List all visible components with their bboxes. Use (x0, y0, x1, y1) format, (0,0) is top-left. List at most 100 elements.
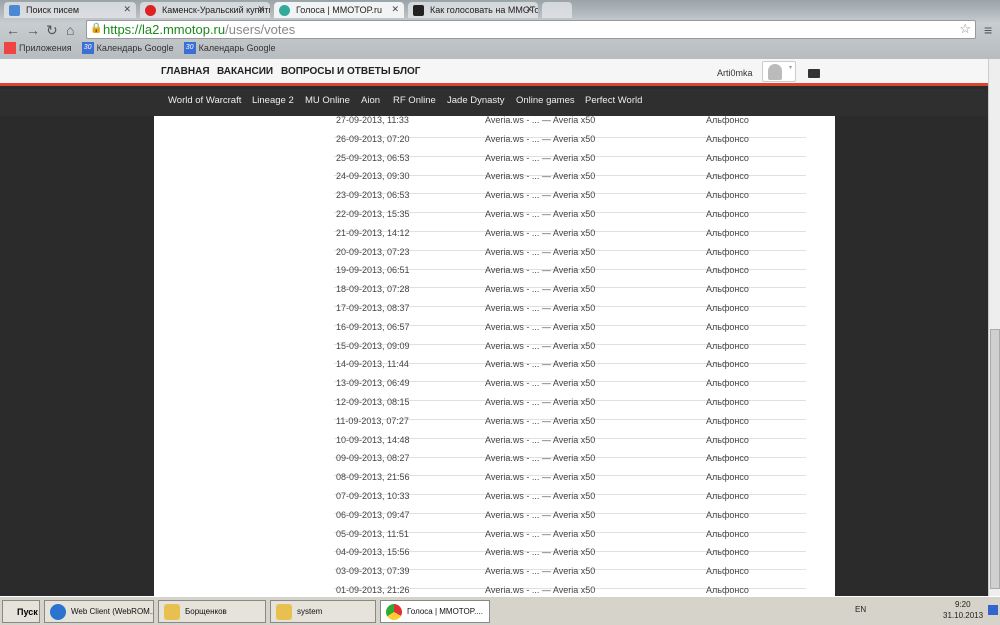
date-cell: 11-09-2013, 07:27 (336, 415, 409, 426)
server-cell: Averia.ws - ... — Averia x50 (485, 321, 596, 332)
bookmark-calendar-2[interactable]: 30 Календарь Google (183, 42, 276, 54)
server-cell: Averia.ws - ... — Averia x50 (485, 415, 596, 426)
start-label: Пуск (17, 607, 38, 617)
start-button[interactable]: Пуск (2, 600, 40, 623)
language-indicator[interactable]: EN (855, 605, 866, 614)
date-cell: 10-09-2013, 14:48 (336, 434, 410, 445)
menu-vacancies[interactable]: ВАКАНСИИ (217, 66, 273, 77)
voter-cell: Альфонсо (706, 472, 749, 483)
back-icon[interactable]: ← (6, 22, 20, 38)
taskbar-ie[interactable]: Web Client (WebROM... (44, 600, 154, 623)
voter-cell: Альфонсо (706, 209, 749, 219)
tab-label: Как голосовать на MMOTop (430, 5, 538, 15)
menu-qa[interactable]: ВОПРОСЫ И ОТВЕТЫ (281, 66, 391, 77)
nav-wow[interactable]: World of Warcraft (168, 95, 241, 106)
nav-rf-online[interactable]: RF Online (393, 95, 436, 106)
apps-icon (4, 42, 16, 54)
site-header: ГЛАВНАЯ ВАКАНСИИ ВОПРОСЫ И ОТВЕТЫ БЛОГ A… (0, 59, 988, 86)
voter-cell: Альфонсо (706, 491, 749, 501)
nav-aion[interactable]: Aion (361, 95, 380, 106)
menu-blog[interactable]: БЛОГ (393, 66, 420, 77)
voter-cell: Альфонсо (706, 265, 749, 276)
server-cell: Averia.ws - ... — Averia x50 (485, 209, 596, 219)
reload-icon[interactable]: ↻ (46, 22, 58, 39)
scrollbar[interactable] (988, 59, 1000, 596)
bookmark-calendar[interactable]: 30 Календарь Google (81, 42, 174, 54)
server-cell: Averia.ws - ... — Averia x50 (485, 133, 596, 144)
voter-cell: Альфонсо (706, 453, 749, 464)
close-icon[interactable]: ✕ (257, 4, 265, 15)
server-cell: Averia.ws - ... — Averia x50 (485, 585, 596, 595)
bookmark-apps[interactable]: Приложения (4, 42, 72, 54)
voter-cell: Альфонсо (706, 340, 749, 351)
date-cell: 12-09-2013, 08:15 (336, 397, 410, 407)
home-icon[interactable]: ⌂ (66, 22, 74, 38)
taskbar-folder-system[interactable]: system (270, 600, 376, 623)
menu-icon[interactable]: ≡ (984, 22, 992, 38)
bookmarks-bar: Приложения 30 Календарь Google 30 Календар… (4, 42, 276, 54)
date-cell: 27-09-2013, 11:33 (336, 116, 409, 125)
taskbar-chrome[interactable]: Голоса | MMOTOP.... (380, 600, 490, 623)
scrollbar-thumb[interactable] (990, 329, 1000, 589)
envelope-icon[interactable] (808, 69, 820, 78)
menu-home[interactable]: ГЛАВНАЯ (161, 66, 210, 77)
nav-jade-dynasty[interactable]: Jade Dynasty (447, 95, 505, 106)
close-icon[interactable]: ✕ (391, 4, 399, 15)
date-cell: 17-09-2013, 08:37 (336, 303, 410, 313)
taskbar-folder-borshchenkov[interactable]: Борщенков (158, 600, 266, 623)
new-tab-button[interactable] (542, 2, 572, 18)
taskbar-label: Голоса | MMOTOP.... (407, 607, 483, 616)
date-cell: 09-09-2013, 08:27 (336, 453, 410, 464)
url-host: https://la2.mmotop.ru (103, 22, 226, 37)
taskbar-label: system (297, 607, 323, 616)
date-cell: 07-09-2013, 10:33 (336, 491, 410, 501)
avatar-dropdown[interactable]: ▾ (762, 61, 796, 82)
forward-icon[interactable]: → (26, 22, 40, 38)
voter-cell: Альфонсо (706, 397, 749, 407)
server-cell: Averia.ws - ... — Averia x50 (485, 116, 596, 125)
voter-cell: Альфонсо (706, 415, 749, 426)
server-cell: Averia.ws - ... — Averia x50 (485, 246, 596, 257)
tab-how-to-vote[interactable]: Как голосовать на MMOTop ✕ (408, 2, 538, 18)
close-icon[interactable]: ✕ (525, 4, 533, 15)
voter-cell: Альфонсо (706, 585, 749, 595)
voter-cell: Альфонсо (706, 152, 749, 163)
date-cell: 01-09-2013, 21:26 (336, 585, 410, 595)
star-icon[interactable]: ☆ (959, 21, 971, 37)
nav-lineage2[interactable]: Lineage 2 (252, 95, 294, 106)
server-cell: Averia.ws - ... — Averia x50 (485, 303, 596, 313)
site-icon (413, 5, 424, 16)
voter-cell: Альфонсо (706, 190, 749, 201)
server-cell: Averia.ws - ... — Averia x50 (485, 227, 596, 238)
date-cell: 21-09-2013, 14:12 (336, 227, 410, 238)
date-cell: 15-09-2013, 09:09 (336, 340, 410, 351)
server-cell: Averia.ws - ... — Averia x50 (485, 190, 596, 201)
date-cell: 03-09-2013, 07:39 (336, 566, 410, 577)
tab-mmotop-votes[interactable]: Голоса | MMOTOP.ru ✕ (274, 2, 404, 18)
username-link[interactable]: Arti0mka (717, 68, 753, 78)
server-cell: Averia.ws - ... — Averia x50 (485, 434, 596, 445)
clock-time: 9:20 (955, 600, 971, 609)
date-cell: 25-09-2013, 06:53 (336, 152, 410, 163)
address-bar[interactable]: 🔒 https://la2.mmotop.ru/users/votes ☆ (86, 20, 976, 39)
server-cell: Averia.ws - ... — Averia x50 (485, 472, 596, 483)
date-cell: 19-09-2013, 06:51 (336, 265, 410, 276)
voter-cell: Альфонсо (706, 321, 749, 332)
tab-mail[interactable]: Поиск писем ✕ (4, 2, 136, 18)
server-cell: Averia.ws - ... — Averia x50 (485, 509, 596, 520)
votes-table: 27-09-2013, 11:33 Averia.ws - ... — Averi… (154, 116, 835, 596)
url-path: /users/votes (225, 22, 296, 37)
date-cell: 20-09-2013, 07:23 (336, 246, 410, 257)
tab-kamensk[interactable]: Каменск-Уральский купить ✕ (140, 2, 270, 18)
server-cell: Averia.ws - ... — Averia x50 (485, 171, 596, 182)
clock-date: 31.10.2013 (943, 611, 984, 620)
server-cell: Averia.ws - ... — Averia x50 (485, 284, 596, 295)
nav-mu-online[interactable]: MU Online (305, 95, 350, 106)
voter-cell: Альфонсо (706, 227, 749, 238)
tab-label: Голоса | MMOTOP.ru (296, 5, 382, 15)
server-cell: Averia.ws - ... — Averia x50 (485, 566, 596, 577)
nav-online-games[interactable]: Online games (516, 95, 575, 106)
close-icon[interactable]: ✕ (123, 4, 131, 15)
show-desktop-icon[interactable] (988, 605, 998, 615)
nav-perfect-world[interactable]: Perfect World (585, 95, 642, 106)
